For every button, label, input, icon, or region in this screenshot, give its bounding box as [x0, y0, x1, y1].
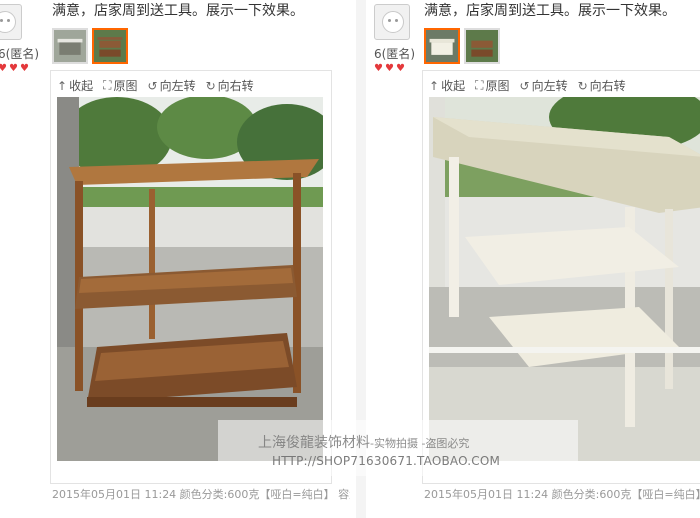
heart-icon: ♥: [396, 63, 405, 74]
heart-icon: ♥: [20, 63, 29, 74]
avatar[interactable]: [0, 4, 22, 40]
rotate-right-icon: ↻: [205, 78, 216, 93]
thumbnail-2-selected[interactable]: [92, 28, 128, 64]
rotate-left-icon: ↺: [519, 78, 530, 93]
username: 6(匿名): [374, 47, 415, 61]
original-image-button[interactable]: ⛶ 原图: [103, 77, 137, 94]
rotate-left-icon: ↺: [147, 78, 158, 93]
review-meta: 2015年05月01日 11:24 颜色分类:600克【哑白=纯白】: [424, 488, 700, 501]
rotate-left-button[interactable]: ↺ 向左转: [520, 77, 568, 94]
rotate-right-button[interactable]: ↻ 向右转: [578, 77, 626, 94]
username: 6(匿名): [0, 47, 39, 61]
watermark-line-2: HTTP://SHOP71630671.TAOBAO.COM: [272, 454, 501, 468]
rotate-right-icon: ↻: [577, 78, 588, 93]
review-text: 满意，店家周到送工具。展示一下效果。: [52, 3, 304, 19]
thumbnail-strip: [52, 28, 128, 64]
heart-icon: ♥: [385, 63, 394, 74]
heart-icon: ♥: [0, 63, 7, 74]
rating-hearts: ♥ ♥ ♥: [0, 63, 30, 74]
viewer-toolbar: ↑ 收起 ⛶ 原图 ↺ 向左转 ↻ 向右转: [57, 77, 254, 94]
avatar-icon: [0, 11, 16, 33]
review-text: 满意，店家周到送工具。展示一下效果。: [424, 3, 676, 19]
rotate-right-button[interactable]: ↻ 向右转: [206, 77, 254, 94]
collapse-icon: ↑: [429, 78, 440, 93]
thumbnail-2[interactable]: [464, 28, 500, 64]
review-photo[interactable]: [57, 97, 323, 461]
thumbnail-1-selected[interactable]: [424, 28, 460, 64]
heart-icon: ♥: [374, 63, 383, 74]
rotate-left-button[interactable]: ↺ 向左转: [148, 77, 196, 94]
watermark-line-1: 上海俊龍装饰材料-实物拍摄 -盗图必究: [258, 435, 470, 451]
avatar-icon: [382, 11, 404, 33]
avatar[interactable]: [374, 4, 410, 40]
collapse-icon: ↑: [57, 78, 68, 93]
collapse-button[interactable]: ↑ 收起: [429, 77, 465, 94]
thumbnail-1[interactable]: [52, 28, 88, 64]
original-image-button[interactable]: ⛶ 原图: [475, 77, 509, 94]
original-image-icon: ⛶: [475, 78, 484, 92]
heart-icon: ♥: [9, 63, 18, 74]
rating-hearts: ♥ ♥ ♥: [374, 63, 406, 74]
collapse-button[interactable]: ↑ 收起: [57, 77, 93, 94]
viewer-toolbar: ↑ 收起 ⛶ 原图 ↺ 向左转 ↻ 向右转: [429, 77, 626, 94]
original-image-icon: ⛶: [103, 78, 112, 92]
review-meta: 2015年05月01日 11:24 颜色分类:600克【哑白=纯白】 容量:(: [52, 488, 350, 501]
thumbnail-strip: [424, 28, 500, 64]
review-photo[interactable]: [429, 97, 700, 461]
